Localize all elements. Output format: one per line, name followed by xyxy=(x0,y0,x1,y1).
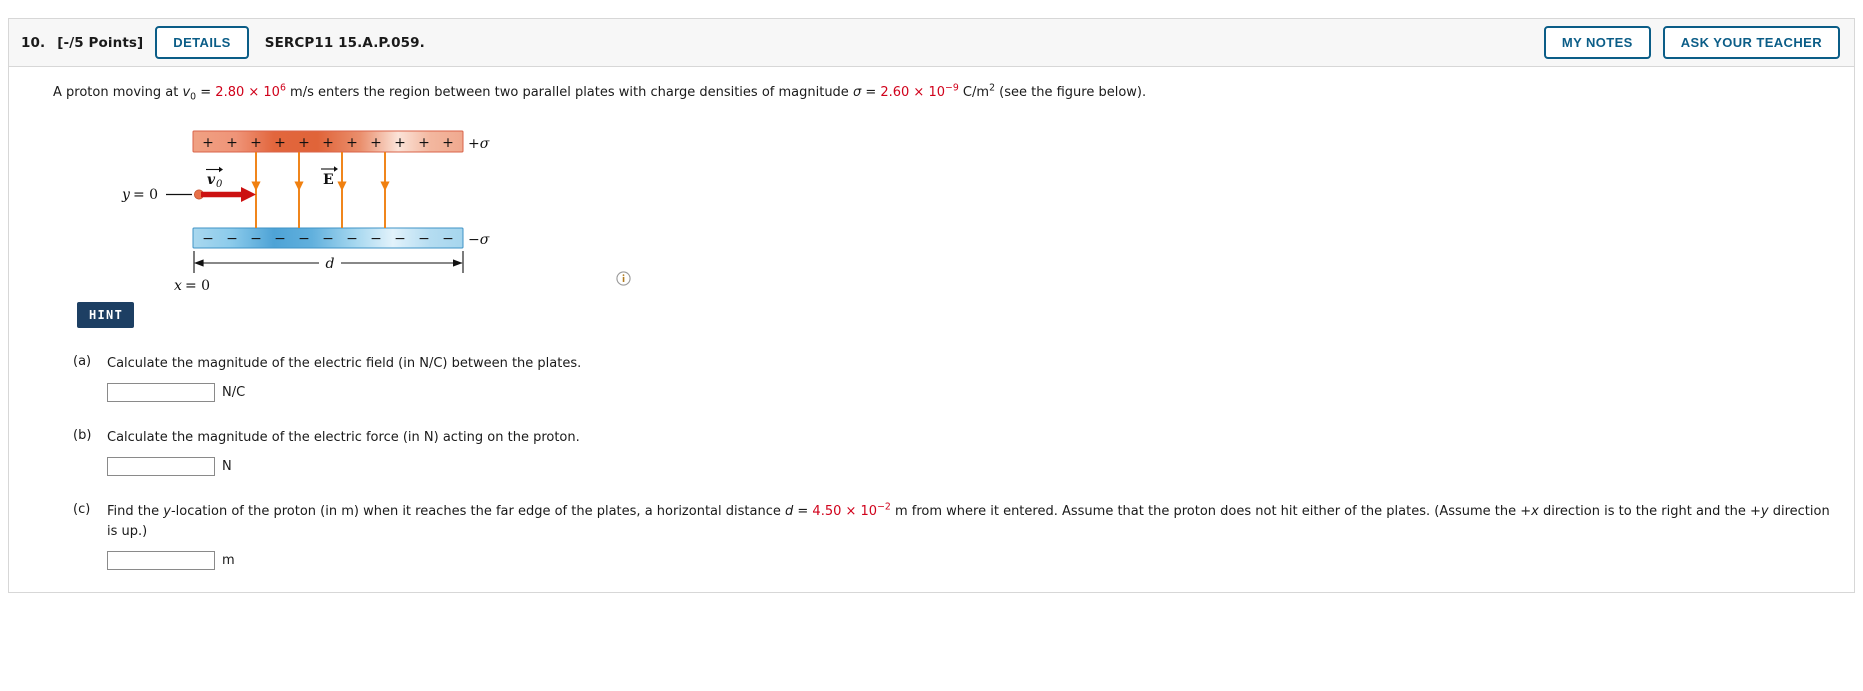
part-b-answer-row: N xyxy=(107,456,1854,476)
velocity-value: 2.80 × 10 xyxy=(215,85,280,100)
svg-text:−: − xyxy=(226,231,238,247)
part-c-x-symbol: x xyxy=(1531,503,1539,519)
statement-part-4: (see the figure below). xyxy=(995,85,1147,100)
part-b-unit: N xyxy=(222,458,232,474)
part-a-text: Calculate the magnitude of the electric … xyxy=(107,355,582,371)
svg-text:−: − xyxy=(322,231,334,247)
part-c-unit: m xyxy=(222,553,235,569)
svg-text:−: − xyxy=(370,231,382,247)
electric-field-lines xyxy=(255,151,386,228)
part-c-text-a: Find the xyxy=(107,503,164,519)
question-part-a: (a) Calculate the magnitude of the elect… xyxy=(9,354,1854,402)
part-b-answer-input[interactable] xyxy=(107,456,215,476)
electric-field-arrowheads xyxy=(251,181,390,191)
question-header: 10. [-/5 Points] DETAILS SERCP11 15.A.P.… xyxy=(9,19,1854,67)
distance-label: d xyxy=(326,256,335,272)
y-origin-label: y xyxy=(121,187,131,203)
svg-text:+: + xyxy=(346,135,358,151)
part-c-y-symbol-2: y xyxy=(1760,503,1769,519)
part-a-unit: N/C xyxy=(222,384,246,400)
x-origin-equals: = 0 xyxy=(185,278,210,294)
statement-equals-1: = xyxy=(196,85,216,100)
parallel-plates-diagram: + + + + + + + + + + + +σ − − − − − − − − − − − −σ xyxy=(121,130,490,294)
question-number: 10. xyxy=(21,34,46,51)
svg-text:+: + xyxy=(202,135,214,151)
part-c-d-exponent: −2 xyxy=(877,501,891,513)
svg-text:+: + xyxy=(274,135,286,151)
sigma-exponent: −9 xyxy=(945,82,959,94)
details-button[interactable]: DETAILS xyxy=(155,26,249,59)
svg-text:E: E xyxy=(323,172,334,188)
svg-text:+: + xyxy=(418,135,430,151)
svg-text:−: − xyxy=(274,231,286,247)
x-origin-label: x xyxy=(174,278,182,294)
part-b-text: Calculate the magnitude of the electric … xyxy=(107,429,580,445)
statement-part-1: A proton moving at xyxy=(53,85,183,100)
svg-text:−: − xyxy=(202,231,214,247)
svg-text:−: − xyxy=(346,231,358,247)
part-c-text: Find the y-location of the proton (in m)… xyxy=(107,502,1854,542)
svg-text:−: − xyxy=(442,231,454,247)
problem-statement: A proton moving at v0 = 2.80 × 106 m/s e… xyxy=(53,83,1854,103)
y-origin-equals: = 0 xyxy=(133,187,158,203)
svg-text:−: − xyxy=(250,231,262,247)
svg-text:+: + xyxy=(442,135,454,151)
part-c-text-b: -location of the proton (in m) when it r… xyxy=(170,503,785,519)
svg-text:+: + xyxy=(322,135,334,151)
positive-sigma-label: +σ xyxy=(468,136,490,152)
question-card: 10. [-/5 Points] DETAILS SERCP11 15.A.P.… xyxy=(8,18,1855,594)
statement-part-3: C/m xyxy=(958,85,990,100)
question-part-c: (c) Find the y-location of the proton (i… xyxy=(9,501,1854,571)
part-c-label: (c) xyxy=(73,501,91,517)
part-c-equals: = xyxy=(793,503,813,519)
question-code: SERCP11 15.A.P.059. xyxy=(264,34,425,51)
part-a-answer-input[interactable] xyxy=(107,382,215,402)
part-c-text-c: m from where it entered. Assume that the… xyxy=(890,503,1532,519)
svg-text:v: v xyxy=(207,172,216,188)
velocity-arrow xyxy=(201,186,256,202)
ask-your-teacher-button[interactable]: ASK YOUR TEACHER xyxy=(1662,26,1840,59)
efield-label: E xyxy=(321,165,338,188)
question-header-right: MY NOTES ASK YOUR TEACHER xyxy=(1543,26,1840,59)
svg-text:0: 0 xyxy=(216,179,223,190)
velocity-label: v 0 xyxy=(206,166,223,190)
svg-text:+: + xyxy=(250,135,262,151)
part-c-answer-row: m xyxy=(107,551,1854,571)
svg-text:+: + xyxy=(298,135,310,151)
negative-sigma-label: −σ xyxy=(468,232,490,248)
part-b-label: (b) xyxy=(73,427,92,443)
question-body: A proton moving at v0 = 2.80 × 106 m/s e… xyxy=(9,67,1854,592)
part-a-answer-row: N/C xyxy=(107,382,1854,402)
hint-button[interactable]: HINT xyxy=(77,301,135,328)
svg-text:+: + xyxy=(370,135,382,151)
points-badge: [-/5 Points] xyxy=(57,34,144,51)
svg-text:−: − xyxy=(394,231,406,247)
svg-text:+: + xyxy=(394,135,406,151)
info-icon[interactable] xyxy=(616,270,631,286)
statement-equals-2: = xyxy=(861,85,881,100)
part-c-text-d2: direction is to the right and the + xyxy=(1538,503,1761,519)
part-c-d-value: 4.50 × 10 xyxy=(812,503,878,519)
sigma-value: 2.60 × 10 xyxy=(880,85,946,100)
part-c-d-symbol: d xyxy=(784,503,794,519)
svg-text:+: + xyxy=(226,135,238,151)
my-notes-button[interactable]: MY NOTES xyxy=(1543,26,1651,59)
question-part-b: (b) Calculate the magnitude of the elect… xyxy=(9,428,1854,476)
sigma-symbol: σ xyxy=(852,85,862,100)
physics-figure: + + + + + + + + + + + +σ − − − − − − − − − − − −σ xyxy=(9,121,1854,296)
svg-text:−: − xyxy=(298,231,310,247)
part-a-label: (a) xyxy=(73,353,92,369)
part-c-y-symbol: y xyxy=(163,503,171,519)
question-header-left: 10. [-/5 Points] DETAILS SERCP11 15.A.P.… xyxy=(21,26,1544,59)
part-c-answer-input[interactable] xyxy=(107,551,215,571)
svg-text:−: − xyxy=(418,231,430,247)
statement-part-2: m/s enters the region between two parall… xyxy=(285,85,853,100)
